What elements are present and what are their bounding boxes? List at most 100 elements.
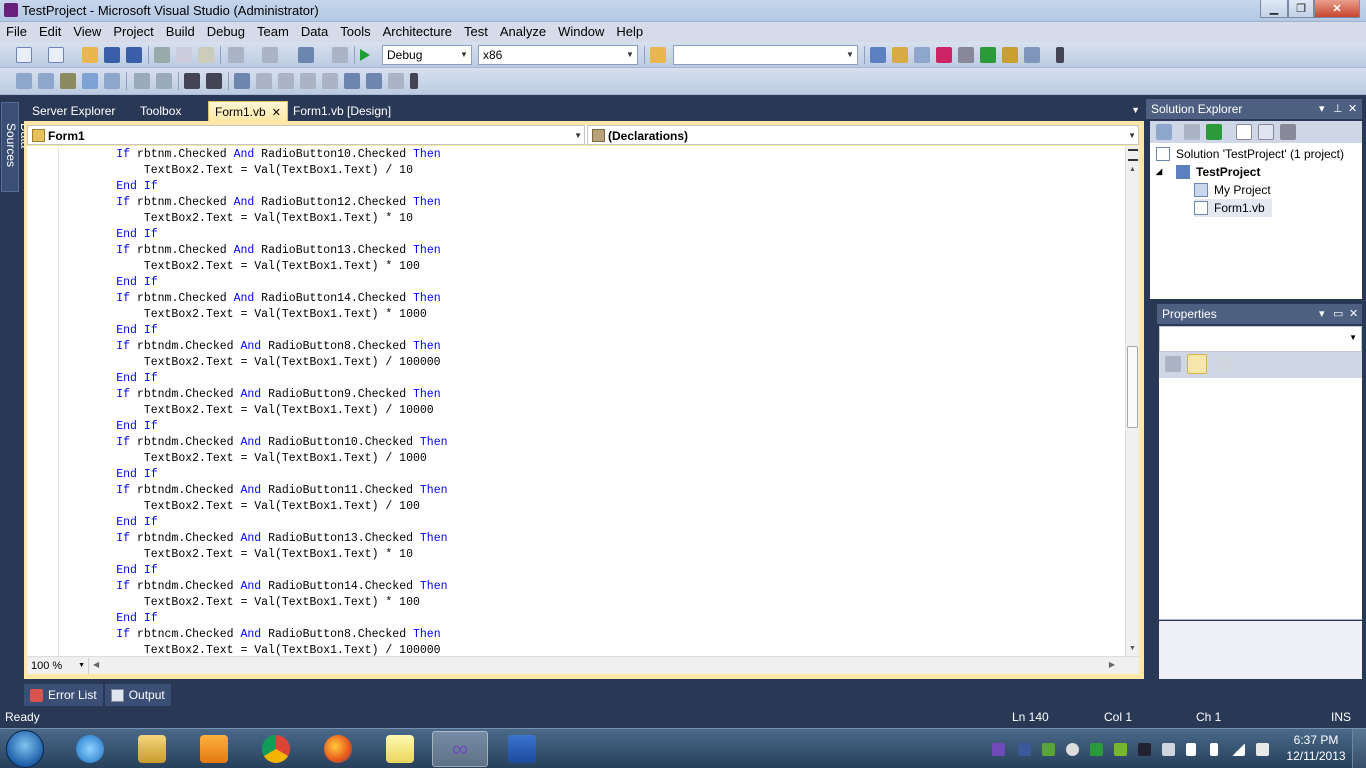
nvidia-icon[interactable] <box>1114 743 1127 756</box>
maximize-button[interactable]: ❐ <box>1288 0 1314 18</box>
tab-error-list[interactable]: Error List <box>24 684 103 706</box>
quick-info-icon[interactable] <box>60 73 76 89</box>
menu-test[interactable]: Test <box>458 22 494 42</box>
code-text-area[interactable]: If rbtnm.Checked And RadioButton10.Check… <box>27 146 1125 656</box>
previous-bookmark-doc-icon[interactable] <box>344 73 360 89</box>
alphabetical-icon[interactable] <box>1187 354 1207 374</box>
comment-icon[interactable] <box>184 73 200 89</box>
next-bookmark-folder-icon[interactable] <box>322 73 338 89</box>
toolbox-icon[interactable] <box>936 47 952 63</box>
member-list-icon[interactable] <box>16 73 32 89</box>
previous-bookmark-icon[interactable] <box>256 73 272 89</box>
extension-manager-icon[interactable] <box>1002 47 1018 63</box>
vertical-scrollbar[interactable]: ▲ ▼ <box>1125 146 1139 656</box>
taskbar-word[interactable] <box>494 731 550 767</box>
view-class-diagram-icon[interactable] <box>1280 124 1296 140</box>
close-icon[interactable]: ✕ <box>1349 304 1358 324</box>
taskbar-media-player[interactable] <box>186 731 242 767</box>
next-bookmark-doc-icon[interactable] <box>366 73 382 89</box>
toolbar-options-icon[interactable] <box>410 73 418 89</box>
toggle-bookmark-icon[interactable] <box>234 73 250 89</box>
copy-icon[interactable] <box>176 47 192 63</box>
command-window-icon[interactable] <box>1024 47 1040 63</box>
tray-drive-icon[interactable] <box>1090 743 1103 756</box>
property-grid[interactable] <box>1159 378 1362 620</box>
scroll-down-icon[interactable]: ▼ <box>1129 645 1136 652</box>
taskbar-chrome[interactable] <box>248 731 304 767</box>
menu-view[interactable]: View <box>67 22 107 42</box>
tree-project[interactable]: ◢ TestProject <box>1156 163 1360 181</box>
tab-toolbox[interactable]: Toolbox <box>134 101 187 121</box>
find-in-files-icon[interactable] <box>650 47 666 63</box>
view-designer-icon[interactable] <box>1258 124 1274 140</box>
tab-form1-design[interactable]: Form1.vb [Design] <box>287 101 397 121</box>
system-clock[interactable]: 6:37 PM 12/11/2013 <box>1286 732 1346 764</box>
menu-file[interactable]: File <box>0 22 33 42</box>
chevron-down-icon[interactable]: ▼ <box>1131 105 1140 115</box>
chevron-down-icon[interactable]: ▾ <box>1319 99 1325 119</box>
decrease-indent-icon[interactable] <box>134 73 150 89</box>
clear-bookmarks-icon[interactable] <box>388 73 404 89</box>
close-icon[interactable]: ✕ <box>272 107 281 119</box>
tray-app-icon[interactable] <box>992 743 1005 756</box>
platform-combo[interactable]: x86 ▼ <box>478 45 638 65</box>
scroll-right-icon[interactable]: ▶ <box>1109 660 1115 669</box>
expand-icon[interactable]: ◢ <box>1156 163 1162 181</box>
cut-icon[interactable] <box>154 47 170 63</box>
property-pages-icon[interactable] <box>1217 356 1233 372</box>
menu-edit[interactable]: Edit <box>33 22 67 42</box>
taskbar-sticky-notes[interactable] <box>372 731 428 767</box>
undo-icon[interactable] <box>228 47 244 63</box>
solution-explorer-icon[interactable] <box>870 47 886 63</box>
tab-form1-vb[interactable]: Form1.vb ✕ <box>208 101 288 121</box>
taskbar-file-explorer[interactable] <box>124 731 180 767</box>
show-all-files-icon[interactable] <box>1184 124 1200 140</box>
find-combo[interactable]: ▼ <box>673 45 858 65</box>
taskbar-firefox[interactable] <box>310 731 366 767</box>
next-bookmark-icon[interactable] <box>278 73 294 89</box>
zoom-combo[interactable]: 100 % ▼ <box>29 658 89 674</box>
show-desktop-button[interactable] <box>1352 729 1366 768</box>
menu-tools[interactable]: Tools <box>334 22 376 42</box>
data-sources-tab[interactable]: Data Sources <box>1 102 32 192</box>
tree-solution[interactable]: Solution 'TestProject' (1 project) <box>1156 145 1360 163</box>
start-page-icon[interactable] <box>980 47 996 63</box>
close-icon[interactable]: ✕ <box>1348 99 1357 119</box>
menu-project[interactable]: Project <box>107 22 159 42</box>
tools-icon[interactable] <box>958 47 974 63</box>
navigate-backward-icon[interactable] <box>298 47 314 63</box>
close-button[interactable]: ✕ <box>1314 0 1360 18</box>
scroll-up-icon[interactable]: ▲ <box>1129 166 1136 173</box>
save-icon[interactable] <box>104 47 120 63</box>
uncomment-icon[interactable] <box>206 73 222 89</box>
maximize-icon[interactable]: ▭ <box>1333 304 1343 324</box>
navigate-forward-icon[interactable] <box>332 47 348 63</box>
action-center-flag-icon[interactable] <box>1186 743 1196 756</box>
menu-analyze[interactable]: Analyze <box>494 22 552 42</box>
menu-help[interactable]: Help <box>610 22 649 42</box>
properties-window-icon[interactable] <box>892 47 908 63</box>
menu-build[interactable]: Build <box>160 22 201 42</box>
open-file-icon[interactable] <box>82 47 98 63</box>
scroll-thumb[interactable] <box>1127 346 1138 428</box>
menu-debug[interactable]: Debug <box>201 22 251 42</box>
start-debugging-icon[interactable] <box>360 49 370 61</box>
save-all-icon[interactable] <box>126 47 142 63</box>
battery-icon[interactable] <box>1210 743 1218 756</box>
categorized-icon[interactable] <box>1165 356 1181 372</box>
parameter-info-icon[interactable] <box>38 73 54 89</box>
complete-word-icon[interactable] <box>82 73 98 89</box>
class-name-combo[interactable]: Form1 ▼ <box>27 125 585 145</box>
facebook-icon[interactable] <box>1018 743 1031 756</box>
redo-icon[interactable] <box>262 47 278 63</box>
volume-icon[interactable] <box>1256 743 1269 756</box>
minimize-button[interactable]: ▁ <box>1260 0 1288 18</box>
tab-server-explorer[interactable]: Server Explorer <box>26 101 121 121</box>
menu-data[interactable]: Data <box>295 22 334 42</box>
paste-icon[interactable] <box>198 47 214 63</box>
tab-output[interactable]: Output <box>104 684 171 706</box>
method-name-combo[interactable]: (Declarations) ▼ <box>587 125 1139 145</box>
configuration-combo[interactable]: Debug ▼ <box>382 45 472 65</box>
new-project-icon[interactable] <box>16 47 32 63</box>
menu-window[interactable]: Window <box>552 22 610 42</box>
